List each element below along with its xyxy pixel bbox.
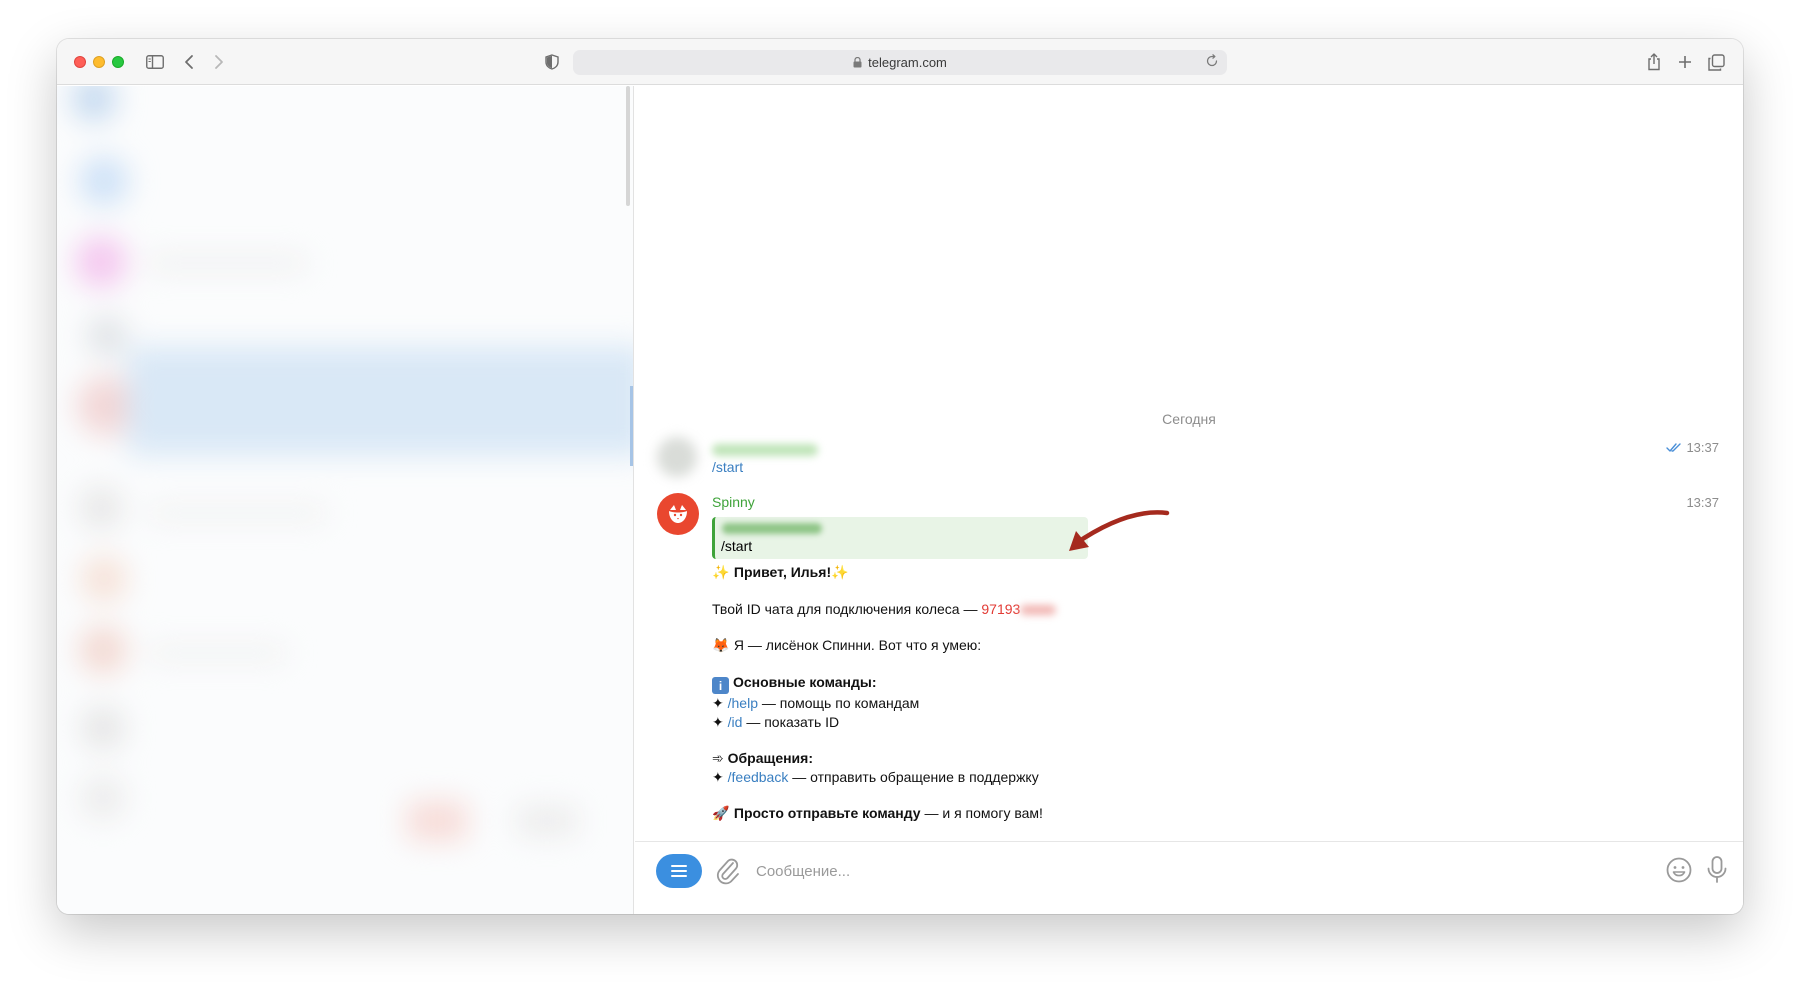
chat-id-label: Твой ID чата для подключения колеса —	[712, 600, 978, 617]
browser-window: telegram.com Сегодня /start 13:37 Spinny…	[57, 39, 1743, 914]
feedback-command-line: ✦ /feedback — отправить обращение в подд…	[712, 768, 1252, 786]
chat-list-panel	[57, 86, 634, 914]
forward-chevron-icon[interactable]	[209, 50, 229, 74]
annotation-arrow-icon	[1069, 510, 1170, 551]
bullet-star-icon: ✦	[712, 768, 724, 785]
feedback-title: Обращения:	[727, 750, 813, 767]
url-text: telegram.com	[868, 55, 947, 70]
help-command-line: ✦ /help — помощь по командам	[712, 694, 1252, 712]
bot-sender-name[interactable]: Spinny	[712, 494, 755, 510]
privacy-shield-icon[interactable]	[542, 50, 562, 74]
new-tab-plus-icon[interactable]	[1674, 50, 1696, 74]
bot-message-body: ✨ Привет, Илья!✨ Твой ID чата для подклю…	[712, 563, 1252, 823]
outro-bold-text: Просто отправьте команду	[733, 805, 921, 822]
id-command-link[interactable]: /id	[728, 714, 743, 730]
conversation-panel: Сегодня /start 13:37 Spinny 13:37 /start…	[635, 86, 1743, 914]
close-window-button[interactable]	[74, 56, 86, 68]
sparkles-icon: ✨	[831, 564, 849, 580]
bullet-star-icon: ✦	[712, 713, 724, 730]
greeting-text: Привет, Илья!	[733, 564, 832, 580]
user-avatar[interactable]	[657, 437, 697, 477]
arrow-right-icon: ➾	[712, 750, 724, 767]
feedback-heading: ➾ Обращения:	[712, 749, 1252, 767]
message-input[interactable]	[756, 858, 1456, 884]
bullet-star-icon: ✦	[712, 695, 724, 712]
outro-rest-text: — и я помогу вам!	[924, 805, 1043, 822]
sparkles-icon: ✨	[712, 564, 730, 580]
feedback-command-link[interactable]: /feedback	[728, 769, 789, 785]
sidebar-toggle-icon[interactable]	[143, 50, 167, 74]
microphone-icon[interactable]	[1705, 855, 1729, 890]
chat-list-scrollbar[interactable]	[626, 86, 630, 206]
date-separator: Сегодня	[1162, 411, 1216, 427]
chat-id-value[interactable]: 97193	[981, 601, 1020, 617]
lock-icon	[853, 57, 862, 68]
outro-line: 🚀 Просто отправьте команду — и я помогу …	[712, 804, 1252, 822]
blurred-chat-list	[57, 86, 633, 914]
reply-quote[interactable]: /start	[712, 517, 1088, 559]
id-command-desc: — показать ID	[746, 713, 840, 730]
double-check-icon	[1666, 442, 1682, 453]
address-bar[interactable]: telegram.com	[573, 50, 1227, 75]
id-command-line: ✦ /id — показать ID	[712, 713, 1252, 731]
user-name-blurred	[712, 444, 818, 456]
feedback-command-desc: — отправить обращение в поддержку	[792, 768, 1039, 785]
message-time-text: 13:37	[1686, 440, 1719, 455]
main-commands-title: Основные команды:	[733, 673, 877, 690]
bot-avatar-fox-icon[interactable]	[657, 493, 699, 535]
back-chevron-icon[interactable]	[179, 50, 199, 74]
chat-id-line: Твой ID чата для подключения колеса — 97…	[712, 600, 1252, 618]
zoom-window-button[interactable]	[112, 56, 124, 68]
menu-lines-icon	[671, 865, 687, 877]
intro-line: 🦊 Я — лисёнок Спинни. Вот что я умею:	[712, 636, 1252, 654]
bot-menu-button[interactable]	[656, 854, 702, 888]
bot-message-time: 13:37	[1686, 495, 1719, 510]
browser-toolbar: telegram.com	[57, 39, 1743, 85]
rocket-icon: 🚀	[712, 805, 730, 822]
paperclip-icon[interactable]	[714, 855, 742, 890]
help-command-link[interactable]: /help	[728, 695, 758, 711]
emoji-smile-icon[interactable]	[1665, 855, 1693, 890]
main-commands-heading: i Основные команды:	[712, 673, 1252, 695]
fox-icon: 🦊	[712, 637, 730, 654]
minimize-window-button[interactable]	[93, 56, 105, 68]
help-command-desc: — помощь по командам	[761, 695, 920, 712]
reload-icon[interactable]	[1205, 54, 1219, 71]
message-time: 13:37	[1666, 440, 1719, 455]
share-icon[interactable]	[1643, 50, 1665, 74]
reply-sender-blurred	[722, 523, 822, 534]
info-icon: i	[712, 677, 729, 695]
reply-quote-text: /start	[721, 538, 753, 554]
intro-text: Я — лисёнок Спинни. Вот что я умею:	[733, 637, 982, 654]
start-command-message[interactable]: /start	[712, 459, 743, 475]
chat-id-blurred-part	[1020, 604, 1057, 615]
tab-overview-icon[interactable]	[1705, 50, 1727, 74]
message-composer	[635, 841, 1743, 914]
active-chat-indicator	[630, 386, 633, 466]
